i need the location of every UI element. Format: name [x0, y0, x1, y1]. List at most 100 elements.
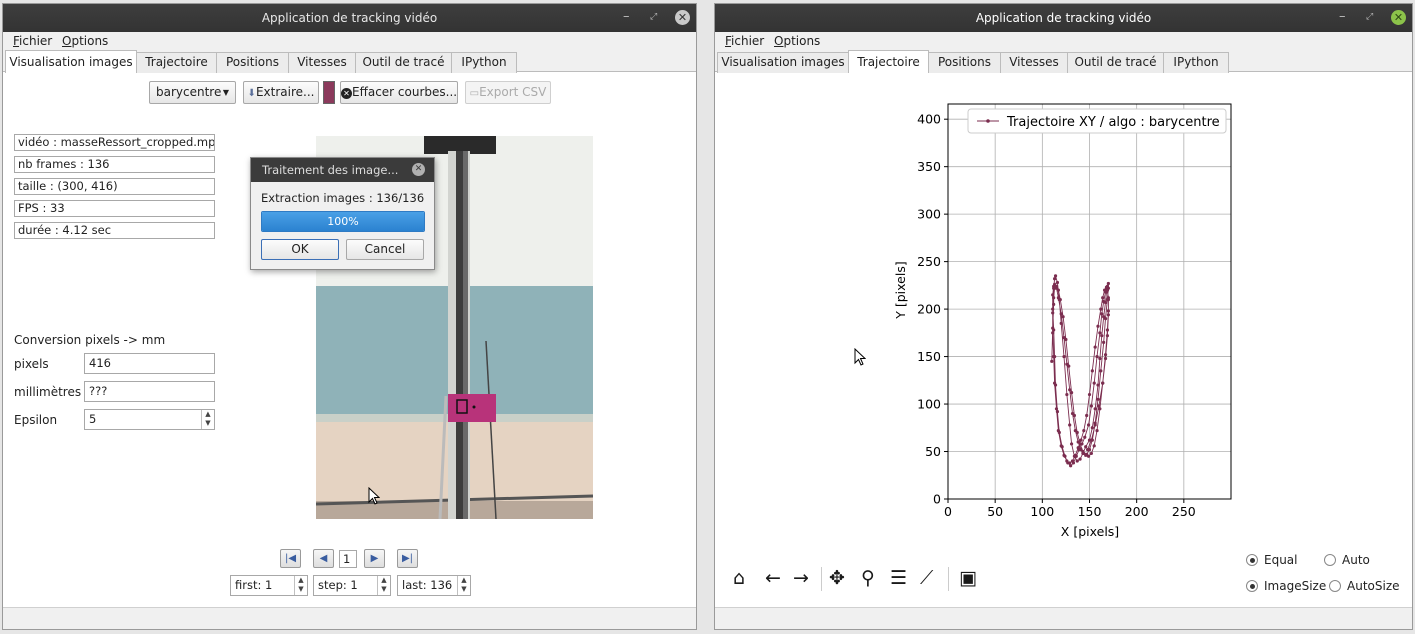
minimize-icon[interactable]: –: [1339, 9, 1346, 24]
back-arrow-icon[interactable]: ←: [765, 567, 781, 589]
data-point: [1070, 459, 1075, 463]
tab-outil-de-trace[interactable]: Outil de tracé: [355, 52, 452, 73]
spin-arrows[interactable]: ▲ ▼: [201, 410, 214, 429]
data-point: [1102, 288, 1107, 292]
skip-first-icon: |◀: [284, 553, 297, 564]
epsilon-spinbox[interactable]: 5 ▲ ▼: [84, 409, 215, 430]
dialog-title[interactable]: Traitement des image... ✕: [251, 158, 434, 182]
data-point: [1069, 442, 1074, 446]
step-value: step: 1: [318, 578, 358, 592]
forward-arrow-icon[interactable]: →: [793, 567, 809, 589]
clear-curves-button[interactable]: ✕ Effacer courbes...: [340, 81, 458, 104]
dialog-title-text: Traitement des image...: [262, 163, 399, 177]
radio-equal[interactable]: Equal: [1246, 553, 1298, 567]
menu-options[interactable]: Options: [774, 34, 820, 48]
tab-visualisation-images[interactable]: Visualisation images: [717, 52, 849, 73]
last-spinbox[interactable]: last: 136 ▲ ▼: [397, 575, 471, 596]
left-window: Application de tracking vidéo – ⤢ ✕ Fich…: [2, 3, 697, 630]
menubar: Fichier Options: [715, 32, 1412, 50]
status-bar: [715, 607, 1412, 629]
close-icon[interactable]: ✕: [675, 10, 690, 25]
first-frame-button[interactable]: |◀: [280, 549, 301, 568]
step-spinbox[interactable]: step: 1 ▲ ▼: [313, 575, 391, 596]
data-point: [1089, 451, 1093, 456]
left-titlebar[interactable]: Application de tracking vidéo – ⤢ ✕: [3, 4, 696, 32]
window-title: Application de tracking vidéo: [975, 11, 1152, 25]
next-frame-button[interactable]: ▶: [364, 549, 385, 568]
data-point: [1068, 388, 1072, 392]
last-frame-button[interactable]: ▶|: [397, 549, 418, 568]
menu-options[interactable]: Options: [62, 34, 108, 48]
tab-positions[interactable]: Positions: [216, 52, 289, 73]
tab-trajectoire[interactable]: Trajectoire: [136, 52, 217, 73]
data-point: [1050, 359, 1054, 363]
x-tick-label: 50: [987, 504, 1003, 519]
configure-subplots-icon[interactable]: ☰: [890, 567, 907, 589]
cancel-button[interactable]: Cancel: [346, 239, 424, 260]
data-point: [1081, 449, 1085, 454]
data-point: [1065, 392, 1069, 397]
close-icon[interactable]: ✕: [1391, 10, 1406, 25]
first-value: first: 1: [235, 578, 273, 592]
tab-ipython[interactable]: IPython: [451, 52, 517, 73]
menu-fichier[interactable]: Fichier: [725, 34, 764, 48]
millimetres-input[interactable]: ???: [84, 381, 215, 402]
menu-fichier[interactable]: Fichier: [13, 34, 52, 48]
radio-imagesize[interactable]: ImageSize: [1246, 579, 1326, 593]
tab-vitesses[interactable]: Vitesses: [1000, 52, 1068, 73]
pan-icon[interactable]: ✥: [829, 567, 845, 589]
first-spinbox[interactable]: first: 1 ▲ ▼: [230, 575, 308, 596]
spin-arrows[interactable]: ▲ ▼: [294, 576, 307, 595]
data-point: [1092, 381, 1096, 385]
color-swatch[interactable]: [323, 81, 335, 104]
data-point: [1079, 438, 1083, 442]
tab-positions[interactable]: Positions: [928, 52, 1001, 73]
data-point: [1090, 369, 1094, 373]
dialog-close-icon[interactable]: ✕: [412, 163, 425, 176]
x-tick-label: 100: [1030, 504, 1054, 519]
tab-ipython[interactable]: IPython: [1163, 52, 1229, 73]
tab-outil-de-trace[interactable]: Outil de tracé: [1067, 52, 1164, 73]
ok-button[interactable]: OK: [261, 239, 339, 260]
pixels-input[interactable]: 416: [84, 353, 215, 374]
maximize-icon[interactable]: ⤢: [650, 12, 657, 22]
maximize-icon[interactable]: ⤢: [1366, 12, 1373, 22]
radio-autosize[interactable]: AutoSize: [1329, 579, 1400, 593]
data-point: [1099, 307, 1103, 311]
data-point: [1056, 429, 1060, 433]
data-point: [1084, 453, 1088, 457]
data-point: [1087, 392, 1092, 397]
pixels-label: pixels: [14, 357, 49, 371]
save-icon[interactable]: ▣: [959, 567, 977, 589]
data-point: [1051, 307, 1055, 311]
data-point: [1103, 353, 1108, 357]
spin-arrows[interactable]: ▲ ▼: [457, 576, 470, 595]
zoom-icon[interactable]: ⚲: [861, 567, 875, 589]
frame-number[interactable]: 1: [339, 550, 357, 568]
algo-select[interactable]: barycentre ▼: [149, 81, 236, 104]
tab-trajectoire[interactable]: Trajectoire: [848, 50, 929, 73]
home-icon[interactable]: ⌂: [733, 567, 745, 589]
previous-frame-button[interactable]: ◀: [313, 549, 334, 568]
data-point: [1059, 444, 1063, 448]
tab-vitesses[interactable]: Vitesses: [288, 52, 356, 73]
extract-button[interactable]: ⬇Extraire...: [243, 81, 319, 104]
trajectory-chart[interactable]: 0 50 100 150 200 250050100150200250300350400 …: [865, 73, 1265, 545]
export-csv-button[interactable]: ▭Export CSV: [465, 81, 551, 104]
extract-icon: ⬇: [247, 88, 256, 99]
spin-arrows[interactable]: ▲ ▼: [377, 576, 390, 595]
data-point: [1055, 410, 1060, 414]
tab-visualisation-images[interactable]: Visualisation images: [5, 50, 137, 73]
radio-auto[interactable]: Auto: [1324, 553, 1370, 567]
data-point: [1059, 321, 1063, 325]
minimize-icon[interactable]: –: [623, 9, 630, 24]
data-point: [1084, 445, 1088, 449]
y-tick-label: 150: [917, 349, 941, 364]
menubar: Fichier Options: [3, 32, 696, 50]
data-point: [1099, 369, 1103, 373]
data-point: [1051, 311, 1055, 315]
progress-text: 100%: [327, 215, 359, 228]
radio-imagesize-label: ImageSize: [1264, 579, 1327, 593]
right-titlebar[interactable]: Application de tracking vidéo – ⤢ ✕: [715, 4, 1412, 32]
edit-axis-icon[interactable]: ⟋: [920, 567, 933, 589]
